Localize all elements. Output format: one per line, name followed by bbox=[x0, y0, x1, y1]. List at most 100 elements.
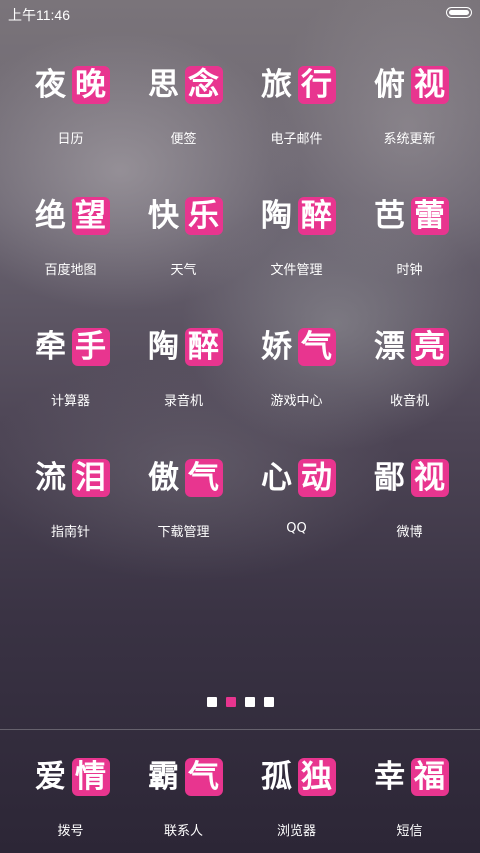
app-system-update[interactable]: 俯 视 系统更新 bbox=[353, 60, 466, 191]
icon-glyph-highlight: 气 bbox=[297, 328, 336, 366]
browser-icon: 孤 独 bbox=[258, 752, 336, 802]
icon-glyph: 陶 bbox=[148, 328, 179, 365]
icon-glyph-highlight: 气 bbox=[184, 758, 223, 796]
app-baidu-maps[interactable]: 绝 望 百度地图 bbox=[14, 191, 127, 322]
app-label: 系统更新 bbox=[383, 132, 436, 147]
calendar-icon: 夜 晚 bbox=[32, 60, 110, 110]
icon-glyph: 芭 bbox=[374, 197, 405, 234]
app-notes[interactable]: 思 念 便签 bbox=[127, 60, 240, 191]
file-manager-icon: 陶 醉 bbox=[258, 191, 336, 241]
page-indicator bbox=[0, 697, 480, 707]
dock-app-browser[interactable]: 孤 独 浏览器 bbox=[240, 752, 353, 839]
app-file-manager[interactable]: 陶 醉 文件管理 bbox=[240, 191, 353, 322]
radio-icon: 漂 亮 bbox=[371, 322, 449, 372]
app-label: 便签 bbox=[170, 132, 197, 147]
app-label: 收音机 bbox=[389, 394, 429, 409]
icon-glyph: 漂 bbox=[374, 328, 405, 365]
notes-icon: 思 念 bbox=[145, 60, 223, 110]
game-center-icon: 娇 气 bbox=[258, 322, 336, 372]
page-dot[interactable] bbox=[244, 697, 255, 707]
dock-app-dialer[interactable]: 爱 情 拨号 bbox=[14, 752, 127, 839]
compass-icon: 流 泪 bbox=[32, 453, 110, 503]
recorder-icon: 陶 醉 bbox=[145, 322, 223, 372]
icon-glyph: 幸 bbox=[374, 758, 405, 795]
baidu-maps-icon: 绝 望 bbox=[32, 191, 110, 241]
app-label: 下载管理 bbox=[157, 525, 210, 540]
app-clock[interactable]: 芭 蕾 时钟 bbox=[353, 191, 466, 322]
app-recorder[interactable]: 陶 醉 录音机 bbox=[127, 322, 240, 453]
icon-glyph: 俯 bbox=[374, 66, 405, 103]
app-radio[interactable]: 漂 亮 收音机 bbox=[353, 322, 466, 453]
app-label: 微博 bbox=[396, 525, 423, 540]
app-label: 指南针 bbox=[50, 525, 90, 540]
app-label: 计算器 bbox=[50, 394, 90, 409]
app-download-manager[interactable]: 傲 气 下载管理 bbox=[127, 453, 240, 584]
icon-glyph-highlight: 手 bbox=[71, 328, 110, 366]
icon-glyph: 陶 bbox=[261, 197, 292, 234]
dock: 爱 情 拨号 霸 气 联系人 孤 独 浏览器 幸 福 短信 bbox=[14, 752, 466, 839]
icon-glyph: 娇 bbox=[261, 328, 292, 365]
contacts-icon: 霸 气 bbox=[145, 752, 223, 802]
app-label: 电子邮件 bbox=[270, 132, 323, 147]
app-label: QQ bbox=[286, 521, 307, 536]
app-compass[interactable]: 流 泪 指南针 bbox=[14, 453, 127, 584]
app-label: 百度地图 bbox=[44, 263, 97, 278]
icon-glyph: 夜 bbox=[35, 66, 66, 103]
app-label: 日历 bbox=[57, 132, 84, 147]
icon-glyph: 快 bbox=[148, 197, 179, 234]
app-calculator[interactable]: 牵 手 计算器 bbox=[14, 322, 127, 453]
dock-app-contacts[interactable]: 霸 气 联系人 bbox=[127, 752, 240, 839]
qq-icon: 心 动 bbox=[258, 453, 336, 503]
app-label: 短信 bbox=[396, 824, 423, 839]
icon-glyph-highlight: 望 bbox=[71, 197, 110, 235]
icon-glyph: 流 bbox=[35, 459, 66, 496]
icon-glyph-highlight: 视 bbox=[410, 66, 449, 104]
status-bar: 上午11:46 bbox=[0, 0, 480, 28]
icon-glyph-highlight: 独 bbox=[297, 758, 336, 796]
dock-divider bbox=[0, 729, 480, 730]
icon-glyph-highlight: 气 bbox=[184, 459, 223, 497]
icon-glyph: 旅 bbox=[261, 66, 292, 103]
app-label: 文件管理 bbox=[270, 263, 323, 278]
dock-app-messages[interactable]: 幸 福 短信 bbox=[353, 752, 466, 839]
icon-glyph: 鄙 bbox=[374, 459, 405, 496]
icon-glyph: 孤 bbox=[261, 758, 292, 795]
icon-glyph: 爱 bbox=[35, 758, 66, 795]
page-dot[interactable] bbox=[263, 697, 274, 707]
weather-icon: 快 乐 bbox=[145, 191, 223, 241]
system-update-icon: 俯 视 bbox=[371, 60, 449, 110]
battery-level bbox=[449, 10, 469, 15]
icon-glyph-highlight: 蕾 bbox=[410, 197, 449, 235]
icon-glyph: 思 bbox=[148, 66, 179, 103]
page-dot[interactable] bbox=[206, 697, 217, 707]
dialer-icon: 爱 情 bbox=[32, 752, 110, 802]
status-time: 上午11:46 bbox=[8, 7, 70, 23]
icon-glyph-highlight: 乐 bbox=[184, 197, 223, 235]
icon-glyph: 心 bbox=[261, 459, 292, 496]
download-manager-icon: 傲 气 bbox=[145, 453, 223, 503]
app-email[interactable]: 旅 行 电子邮件 bbox=[240, 60, 353, 191]
icon-glyph: 霸 bbox=[148, 758, 179, 795]
icon-glyph-highlight: 亮 bbox=[410, 328, 449, 366]
app-game-center[interactable]: 娇 气 游戏中心 bbox=[240, 322, 353, 453]
app-label: 时钟 bbox=[396, 263, 423, 278]
icon-glyph-highlight: 晚 bbox=[71, 66, 110, 104]
app-weibo[interactable]: 鄙 视 微博 bbox=[353, 453, 466, 584]
icon-glyph: 绝 bbox=[35, 197, 66, 234]
icon-glyph: 牵 bbox=[35, 328, 66, 365]
icon-glyph-highlight: 福 bbox=[410, 758, 449, 796]
weibo-icon: 鄙 视 bbox=[371, 453, 449, 503]
app-weather[interactable]: 快 乐 天气 bbox=[127, 191, 240, 322]
icon-glyph-highlight: 情 bbox=[71, 758, 110, 796]
app-calendar[interactable]: 夜 晚 日历 bbox=[14, 60, 127, 191]
icon-glyph: 傲 bbox=[148, 459, 179, 496]
icon-glyph-highlight: 醉 bbox=[184, 328, 223, 366]
icon-glyph-highlight: 行 bbox=[297, 66, 336, 104]
app-qq[interactable]: 心 动 QQ bbox=[240, 453, 353, 584]
app-label: 浏览器 bbox=[276, 824, 316, 839]
icon-glyph-highlight: 泪 bbox=[71, 459, 110, 497]
icon-glyph-highlight: 视 bbox=[410, 459, 449, 497]
app-grid: 夜 晚 日历 思 念 便签 旅 行 电子邮件 俯 视 系统更新 绝 望 百度地图 bbox=[14, 60, 466, 584]
page-dot[interactable] bbox=[225, 697, 236, 707]
app-label: 联系人 bbox=[163, 824, 203, 839]
